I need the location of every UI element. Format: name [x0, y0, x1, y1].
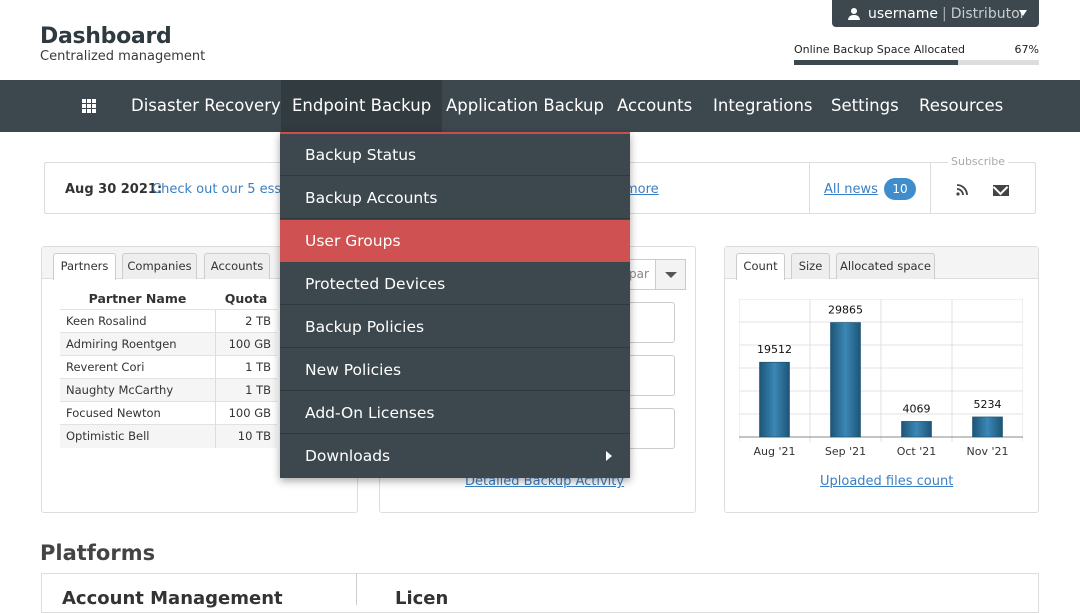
x-tick-label: Sep '21	[825, 445, 866, 458]
menu-item-add-on-licenses[interactable]: Add-On Licenses	[280, 392, 630, 434]
bar-value-label: 19512	[757, 343, 792, 356]
x-tick-label: Oct '21	[897, 445, 937, 458]
news-headline-link[interactable]: Check out our 5 esse	[152, 182, 289, 197]
divider	[356, 573, 357, 605]
chart-bar	[972, 416, 1003, 438]
endpoint-backup-dropdown: Backup Status Backup Accounts User Group…	[280, 132, 630, 478]
news-date: Aug 30 2021:	[65, 182, 163, 197]
tab-partners[interactable]: Partners	[53, 253, 116, 280]
column-header[interactable]: Quota	[215, 289, 277, 310]
caret-down-icon	[1019, 10, 1027, 16]
table-row[interactable]: Keen Rosalind 2 TB	[60, 309, 277, 333]
partner-name-cell: Reverent Cori	[60, 355, 215, 379]
menu-item-protected-devices[interactable]: Protected Devices	[280, 263, 630, 305]
tab-size[interactable]: Size	[791, 253, 830, 279]
partner-name-cell: Focused Newton	[60, 401, 215, 425]
nav-endpoint-backup[interactable]: Endpoint Backup	[281, 80, 443, 132]
table-row[interactable]: Admiring Roentgen 100 GB	[60, 332, 277, 356]
nav-disaster-recovery[interactable]: Disaster Recovery	[120, 80, 292, 132]
partner-quota-cell: 100 GB	[214, 332, 277, 356]
user-role-label: Distributor	[950, 5, 1026, 22]
menu-item-downloads[interactable]: Downloads	[280, 435, 630, 477]
bar-value-label: 29865	[828, 304, 863, 317]
nav-resources[interactable]: Resources	[908, 80, 1014, 132]
platform-account-management-title: Account Management	[62, 588, 283, 609]
nav-application-backup[interactable]: Application Backup	[435, 80, 615, 132]
x-tick-label: Aug '21	[754, 445, 796, 458]
chart-bar	[759, 361, 790, 438]
menu-item-new-policies[interactable]: New Policies	[280, 349, 630, 391]
backup-space-percent: 67%	[1014, 43, 1039, 56]
partner-quota-cell: 2 TB	[214, 309, 277, 333]
subscribe-label: Subscribe	[948, 155, 1009, 168]
menu-item-user-groups[interactable]: User Groups	[280, 220, 630, 262]
backup-space-label: Online Backup Space Allocated	[794, 43, 966, 56]
nav-integrations[interactable]: Integrations	[702, 80, 824, 132]
divider	[930, 163, 931, 213]
divider	[809, 163, 810, 213]
menu-item-backup-status[interactable]: Backup Status	[280, 134, 630, 176]
menu-item-label: Downloads	[305, 447, 391, 465]
mail-icon[interactable]	[993, 185, 1009, 196]
rss-icon[interactable]	[956, 184, 968, 196]
x-tick-label: Nov '21	[967, 445, 1009, 458]
table-row[interactable]: Optimistic Bell 10 TB	[60, 424, 277, 448]
tab-allocated-space[interactable]: Allocated space	[836, 253, 935, 279]
main-nav: Disaster Recovery Endpoint Backup Applic…	[0, 80, 1080, 132]
user-icon	[848, 7, 860, 20]
platforms-heading: Platforms	[40, 541, 156, 565]
uploaded-files-count-link[interactable]: Uploaded files count	[820, 474, 953, 489]
uploaded-files-panel: Count Size Allocated space 19512 Aug '21 2…	[724, 246, 1039, 513]
user-separator: |	[942, 5, 947, 22]
partner-name-cell: Naughty McCarthy	[60, 378, 215, 402]
partner-name-cell: Optimistic Bell	[60, 424, 215, 448]
page-title: Dashboard	[40, 24, 172, 49]
partner-name-cell: Admiring Roentgen	[60, 332, 215, 356]
select-value: par	[629, 267, 649, 281]
news-count-badge: 10	[884, 178, 916, 200]
platform-licenses-title: Licen	[395, 588, 449, 609]
page-subtitle: Centralized management	[40, 49, 206, 64]
backup-space-progress-fill	[794, 60, 959, 65]
partner-name-cell: Keen Rosalind	[60, 309, 215, 333]
table-row[interactable]: Focused Newton 100 GB	[60, 401, 277, 425]
menu-item-backup-policies[interactable]: Backup Policies	[280, 306, 630, 348]
chart-bar	[901, 421, 932, 438]
partner-quota-cell: 1 TB	[214, 378, 277, 402]
username-label: username	[868, 5, 938, 22]
all-news-link[interactable]: All news	[824, 182, 878, 197]
chevron-down-icon[interactable]	[655, 260, 685, 289]
partner-quota-cell: 100 GB	[214, 401, 277, 425]
nav-accounts[interactable]: Accounts	[606, 80, 703, 132]
table-row[interactable]: Naughty McCarthy 1 TB	[60, 378, 277, 402]
tab-companies[interactable]: Companies	[122, 253, 197, 279]
table-row[interactable]: Reverent Cori 1 TB	[60, 355, 277, 379]
partner-quota-cell: 1 TB	[214, 355, 277, 379]
news-more-link[interactable]: more	[625, 182, 659, 197]
tab-accounts[interactable]: Accounts	[204, 253, 270, 279]
tab-count[interactable]: Count	[736, 253, 785, 280]
bar-value-label: 4069	[903, 402, 931, 415]
chevron-right-icon	[606, 451, 612, 461]
nav-settings[interactable]: Settings	[820, 80, 910, 132]
backup-space-progress	[794, 60, 1039, 65]
user-menu-button[interactable]: username | Distributor	[832, 0, 1039, 27]
apps-grid-icon[interactable]	[82, 99, 96, 113]
menu-item-backup-accounts[interactable]: Backup Accounts	[280, 177, 630, 219]
partners-table: Partner Name Quota Keen Rosalind 2 TB Admi…	[60, 289, 277, 448]
partner-quota-cell: 10 TB	[214, 424, 277, 448]
column-header[interactable]: Partner Name	[60, 289, 215, 310]
bar-value-label: 5234	[974, 398, 1002, 411]
panel-header: Count Size Allocated space	[725, 247, 1038, 280]
chart-bar	[830, 322, 861, 438]
uploaded-files-chart: 19512 Aug '21 29865 Sep '21 4069 Oct '21 5234 N…	[739, 299, 1023, 458]
